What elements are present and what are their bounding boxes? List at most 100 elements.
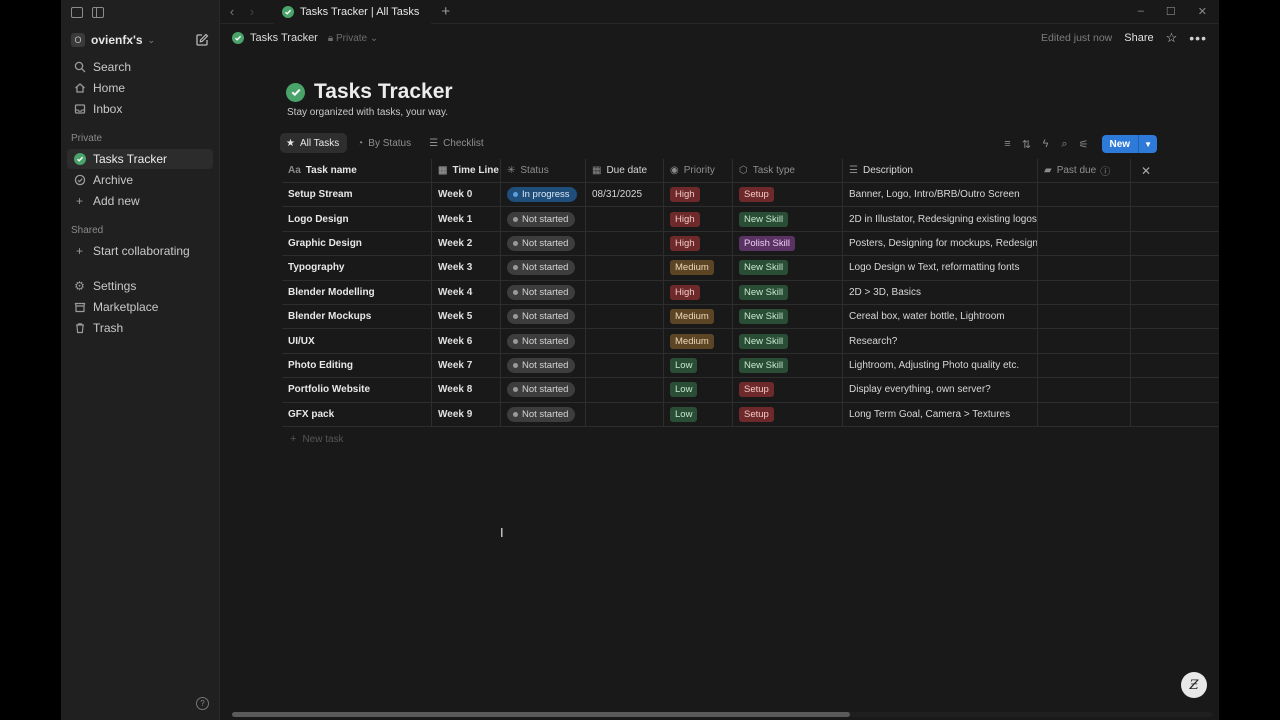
priority-cell[interactable]: Low: [664, 353, 733, 378]
sidebar-item-tasks-tracker[interactable]: Tasks Tracker: [67, 149, 213, 169]
sidebar-item-search[interactable]: Search: [67, 57, 213, 77]
page-subtitle[interactable]: Stay organized with tasks, your way.: [287, 107, 448, 118]
assistant-fab-icon[interactable]: Ƶ: [1181, 672, 1207, 698]
task-name-cell[interactable]: Logo Design: [282, 207, 432, 231]
past-due-cell[interactable]: [1038, 378, 1131, 402]
timeline-cell[interactable]: Week 0: [432, 183, 501, 207]
timeline-cell[interactable]: Week 5: [432, 304, 501, 329]
sidebar-item-start-collaborating[interactable]: + Start collaborating: [67, 241, 213, 261]
due-date-cell[interactable]: [586, 402, 664, 426]
maximize-icon[interactable]: ☐: [1166, 5, 1176, 18]
privacy-badge[interactable]: 🔒︎ Private ⌄: [328, 33, 378, 44]
column-header-task-name[interactable]: Aa Task name: [282, 159, 432, 182]
sidebar-item-archive[interactable]: Archive: [67, 170, 213, 190]
task-type-cell[interactable]: Polish Skill: [733, 231, 843, 256]
task-type-cell[interactable]: New Skill: [733, 304, 843, 329]
task-name-cell[interactable]: Photo Editing: [282, 353, 432, 378]
past-due-cell[interactable]: [1038, 231, 1131, 256]
close-window-icon[interactable]: ✕: [1198, 5, 1207, 18]
task-type-cell[interactable]: New Skill: [733, 207, 843, 231]
share-button[interactable]: Share: [1124, 32, 1153, 44]
status-cell[interactable]: Not started: [501, 207, 586, 231]
automation-bolt-icon[interactable]: ϟ: [1041, 138, 1051, 150]
due-date-cell[interactable]: [586, 207, 664, 231]
workspace-switcher[interactable]: O ovienfx's ⌄: [61, 26, 219, 54]
column-header-status[interactable]: ✳ Status: [501, 159, 586, 182]
priority-cell[interactable]: Medium: [664, 304, 733, 329]
description-cell[interactable]: Research?: [843, 329, 1038, 353]
description-cell[interactable]: Logo Design w Text, reformatting fonts: [843, 256, 1038, 280]
past-due-cell[interactable]: [1038, 304, 1131, 329]
description-cell[interactable]: Cereal box, water bottle, Lightroom: [843, 304, 1038, 329]
past-due-cell[interactable]: [1038, 256, 1131, 280]
table-row[interactable]: Portfolio Website Week 8 Not started Low Set…: [282, 378, 1219, 403]
status-cell[interactable]: Not started: [501, 402, 586, 426]
task-name-cell[interactable]: Blender Modelling: [282, 280, 432, 304]
chevron-down-icon[interactable]: ▼: [1138, 135, 1157, 153]
sidebar-toggle-icon[interactable]: [92, 6, 104, 18]
task-name-cell[interactable]: Portfolio Website: [282, 378, 432, 402]
tab-by-status[interactable]: ◔ By Status: [351, 133, 419, 153]
task-name-cell[interactable]: Typography: [282, 256, 432, 280]
table-row[interactable]: Logo Design Week 1 Not started High New Skil…: [282, 207, 1219, 232]
priority-cell[interactable]: Medium: [664, 256, 733, 280]
description-cell[interactable]: Banner, Logo, Intro/BRB/Outro Screen: [843, 183, 1038, 207]
due-date-cell[interactable]: [586, 353, 664, 378]
tab-all-tasks[interactable]: ★ All Tasks: [280, 133, 348, 153]
past-due-cell[interactable]: [1038, 183, 1131, 207]
timeline-cell[interactable]: Week 6: [432, 329, 501, 353]
new-button[interactable]: New ▼: [1101, 135, 1157, 153]
breadcrumb[interactable]: Tasks Tracker: [250, 32, 318, 44]
sidebar-item-settings[interactable]: ⚙ Settings: [67, 276, 213, 296]
description-cell[interactable]: 2D in Illustator, Redesigning existing l…: [843, 207, 1038, 231]
priority-cell[interactable]: High: [664, 207, 733, 231]
sidebar-item-inbox[interactable]: Inbox: [67, 99, 213, 119]
browser-tab-active[interactable]: Tasks Tracker | All Tasks: [274, 0, 432, 24]
status-cell[interactable]: Not started: [501, 353, 586, 378]
task-type-cell[interactable]: Setup: [733, 183, 843, 207]
column-header-due-date[interactable]: ▦ Due date: [586, 159, 664, 182]
past-due-cell[interactable]: [1038, 280, 1131, 304]
due-date-cell[interactable]: 08/31/2025: [586, 183, 664, 207]
task-type-cell[interactable]: Setup: [733, 378, 843, 402]
table-row[interactable]: Typography Week 3 Not started Medium New Ski…: [282, 256, 1219, 281]
status-cell[interactable]: Not started: [501, 256, 586, 280]
check-circle-icon[interactable]: [286, 82, 305, 102]
filter-icon[interactable]: ≡: [1003, 138, 1013, 150]
task-name-cell[interactable]: Setup Stream: [282, 183, 432, 207]
app-menu-icon[interactable]: [71, 6, 83, 18]
sidebar-item-marketplace[interactable]: Marketplace: [67, 297, 213, 317]
due-date-cell[interactable]: [586, 304, 664, 329]
status-cell[interactable]: Not started: [501, 304, 586, 329]
past-due-cell[interactable]: [1038, 402, 1131, 426]
status-cell[interactable]: Not started: [501, 378, 586, 402]
timeline-cell[interactable]: Week 8: [432, 378, 501, 402]
column-header-task-type[interactable]: ⬡ Task type: [733, 159, 843, 182]
new-page-icon[interactable]: [195, 33, 209, 47]
more-options-icon[interactable]: •••: [1189, 30, 1207, 46]
sidebar-item-add-new[interactable]: + Add new: [67, 191, 213, 211]
task-name-cell[interactable]: Graphic Design: [282, 231, 432, 256]
scrollbar-thumb[interactable]: [232, 712, 850, 717]
column-header-timeline[interactable]: ▦ Time Line: [432, 159, 501, 182]
timeline-cell[interactable]: Week 9: [432, 402, 501, 426]
table-row[interactable]: Setup Stream Week 0 In progress 08/31/2025 H…: [282, 183, 1219, 208]
sidebar-item-home[interactable]: Home: [67, 78, 213, 98]
description-cell[interactable]: Long Term Goal, Camera > Textures: [843, 402, 1038, 426]
settings-sliders-icon[interactable]: ⚟: [1079, 138, 1089, 151]
search-icon[interactable]: ⌕: [1060, 138, 1070, 151]
task-type-cell[interactable]: New Skill: [733, 353, 843, 378]
help-icon[interactable]: ?: [196, 697, 209, 710]
priority-cell[interactable]: High: [664, 231, 733, 256]
priority-cell[interactable]: Low: [664, 378, 733, 402]
star-icon[interactable]: ☆: [1166, 30, 1178, 46]
new-task-button[interactable]: + New task: [290, 433, 344, 445]
timeline-cell[interactable]: Week 1: [432, 207, 501, 231]
close-icon[interactable]: ✕: [1137, 164, 1151, 178]
forward-arrow-icon[interactable]: ›: [242, 4, 262, 19]
sidebar-item-trash[interactable]: Trash: [67, 318, 213, 338]
back-arrow-icon[interactable]: ‹: [222, 4, 242, 19]
due-date-cell[interactable]: [586, 231, 664, 256]
task-type-cell[interactable]: Setup: [733, 402, 843, 426]
table-row[interactable]: Blender Modelling Week 4 Not started High Ne…: [282, 280, 1219, 305]
